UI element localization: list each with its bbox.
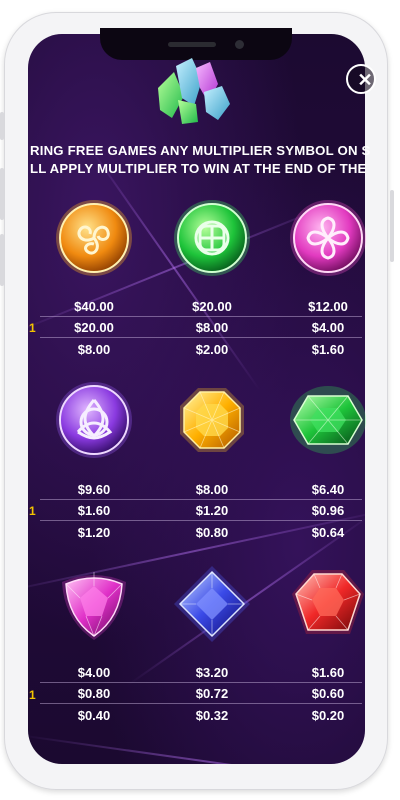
payout-value: $4.00 (77, 665, 111, 680)
payout-value: $1.60 (311, 342, 345, 357)
divider (40, 703, 362, 704)
red-gem-icon[interactable] (288, 564, 368, 644)
rules-text-line-2: LL APPLY MULTIPLIER TO WIN AT THE END OF… (30, 161, 370, 176)
divider (40, 520, 362, 521)
phone-mute-switch (0, 112, 4, 140)
payout-value: $0.72 (195, 686, 229, 701)
payout-value: $0.40 (77, 708, 111, 723)
celtic-knot-icon[interactable] (172, 198, 252, 278)
phone-camera (235, 40, 244, 49)
payout-value: $0.80 (77, 686, 111, 701)
payout-value: $12.00 (308, 299, 348, 314)
close-icon: ✕ (357, 70, 373, 90)
phone-speaker (168, 42, 216, 47)
payout-value: $1.20 (77, 525, 111, 540)
payout-value: $3.20 (195, 665, 229, 680)
triskelion-icon[interactable] (54, 198, 134, 278)
payout-value: $1.60 (311, 665, 345, 680)
phone-volume-down (0, 234, 4, 286)
divider (40, 682, 362, 683)
divider (40, 499, 362, 500)
payout-value: $8.00 (195, 320, 229, 335)
pink-gem-icon[interactable] (54, 564, 134, 644)
phone-power-button (390, 190, 394, 262)
triquetra-icon[interactable] (54, 380, 134, 460)
payout-value: $20.00 (192, 299, 232, 314)
payout-value: $0.80 (195, 525, 229, 540)
payout-value: $20.00 (74, 320, 114, 335)
payout-value: $1.20 (195, 503, 229, 518)
blue-gem-icon[interactable] (172, 564, 252, 644)
payout-value: $9.60 (77, 482, 111, 497)
payout-value: $8.00 (195, 482, 229, 497)
payout-value: $2.00 (195, 342, 229, 357)
payout-value: $0.32 (195, 708, 229, 723)
rules-text-line-1: RING FREE GAMES ANY MULTIPLIER SYMBOL ON… (30, 143, 370, 158)
payout-value: $1.60 (77, 503, 111, 518)
crystal-cluster-icon (158, 58, 230, 124)
green-gem-icon[interactable] (288, 380, 368, 460)
payout-value: $40.00 (74, 299, 114, 314)
close-button[interactable]: ✕ (346, 64, 376, 94)
payout-value: $8.00 (77, 342, 111, 357)
payout-value: $0.60 (311, 686, 345, 701)
payout-value: $0.20 (311, 708, 345, 723)
payout-value: $4.00 (311, 320, 345, 335)
payout-value: $0.64 (311, 525, 345, 540)
payout-value: $6.40 (311, 482, 345, 497)
multiplier-marker: 1 (29, 688, 36, 702)
phone-volume-up (0, 168, 4, 220)
divider (40, 316, 362, 317)
yellow-gem-icon[interactable] (172, 380, 252, 460)
multiplier-marker: 1 (29, 504, 36, 518)
quatrefoil-knot-icon[interactable] (288, 198, 368, 278)
multiplier-marker: 1 (29, 321, 36, 335)
payout-value: $0.96 (311, 503, 345, 518)
divider (40, 337, 362, 338)
